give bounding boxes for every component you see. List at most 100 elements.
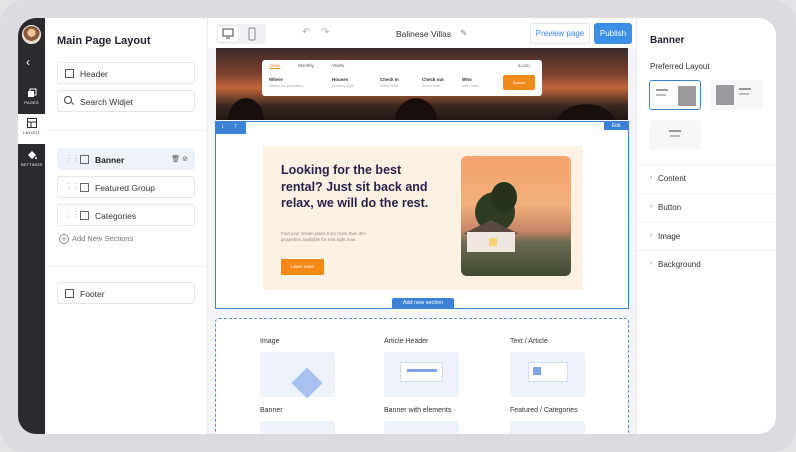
move-up-icon[interactable]: ↑ — [234, 123, 238, 130]
divider — [45, 130, 208, 131]
featured-categories-thumbnail — [510, 421, 585, 434]
header-icon — [65, 69, 74, 78]
section-row-banner[interactable]: ⋮⋮ Banner 🗑 ⊘ — [57, 148, 195, 170]
accordion-image[interactable]: › Image — [637, 222, 776, 250]
search-widget-row[interactable]: Search Widjet — [57, 90, 195, 112]
add-new-section-button[interactable]: Add new section — [392, 298, 454, 309]
layout-text-line — [656, 89, 668, 91]
layout-panel: Main Page Layout Header Search Widjet ⋮⋮… — [45, 18, 208, 434]
picker-item-label: Featured / Categories — [510, 407, 578, 414]
section-row-categories[interactable]: ⋮⋮ Categories — [57, 204, 195, 226]
layout-option-centered[interactable] — [649, 120, 701, 150]
rail-item-settings[interactable]: SETTINGS — [18, 146, 45, 176]
accordion-content[interactable]: › Content — [637, 164, 776, 192]
properties-title: Banner — [650, 35, 685, 46]
section-label: Categories — [95, 211, 137, 221]
search-icon — [64, 96, 72, 104]
move-down-icon[interactable]: ↓ — [221, 123, 225, 130]
undo-icon[interactable]: ↶ — [302, 27, 310, 38]
hide-icon[interactable]: ⊘ — [182, 156, 188, 163]
preferred-layout-label: Preferred Layout — [650, 62, 710, 71]
currency-select[interactable]: $ USD — [518, 63, 530, 68]
image-thumbnail — [260, 352, 335, 397]
trash-icon[interactable]: 🗑 — [171, 156, 180, 163]
booking-field-input[interactable]: Search for destination — [269, 84, 303, 88]
back-chevron-icon[interactable]: ‹ — [26, 55, 30, 69]
drag-handle-icon[interactable]: ⋮⋮ — [65, 182, 80, 191]
booking-tab[interactable]: Daily — [270, 63, 281, 69]
icon-rail: ‹ PAGES LAYOUT SETTINGS — [18, 18, 45, 434]
booking-field-label: Houses — [332, 77, 349, 82]
edit-title-pencil-icon[interactable]: ✎ — [460, 28, 468, 39]
banner-section-selected[interactable]: ↓ ↑ Edit Looking for the best rental? Ju… — [215, 121, 629, 309]
layout-icon — [26, 118, 37, 128]
columns-section-icon — [80, 211, 89, 220]
divider — [45, 266, 208, 267]
picker-item-label: Text / Article — [510, 338, 548, 345]
booking-field-label: Who — [462, 77, 472, 82]
banner-card: Looking for the best rental? Just sit ba… — [263, 146, 583, 290]
booking-search-button[interactable]: Search — [503, 75, 535, 90]
accordion-label: Background — [658, 260, 701, 269]
layout-option-image-left[interactable] — [711, 80, 763, 110]
pages-icon — [27, 88, 36, 97]
section-row-featured-group[interactable]: ⋮⋮ Featured Group — [57, 176, 195, 198]
drag-handle-icon[interactable]: ⋮⋮ — [65, 154, 80, 163]
banner-cta-button[interactable]: Learn more — [281, 259, 324, 275]
desktop-view-button[interactable] — [218, 27, 238, 41]
booking-field-input[interactable]: Add Guest — [462, 84, 479, 88]
banner-thumbnail — [260, 421, 335, 434]
picker-item-label: Banner — [260, 407, 283, 414]
section-label: Featured Group — [95, 183, 156, 193]
booking-widget: Daily Monthly Yearly $ USD Where Search … — [262, 60, 542, 96]
editor-canvas: ↶ ↷ Balinese Villas ✎ Preview page Publi… — [208, 18, 636, 434]
header-label: Header — [80, 69, 108, 79]
publish-button[interactable]: Publish — [594, 23, 632, 44]
layout-option-image-right[interactable] — [649, 80, 701, 110]
booking-field-input[interactable]: Property Type — [332, 84, 354, 88]
banner-house-image — [461, 156, 571, 276]
redo-icon[interactable]: ↷ — [321, 27, 329, 38]
site-title: Balinese Villas — [396, 29, 452, 39]
banner-headline: Looking for the best rental? Just sit ba… — [281, 163, 429, 210]
chevron-right-icon: › — [650, 203, 653, 210]
picker-item-label: Article Header — [384, 338, 429, 345]
accordion-label: Image — [658, 232, 681, 241]
chevron-right-icon: › — [650, 232, 653, 239]
avatar[interactable] — [22, 25, 41, 44]
chevron-right-icon: › — [650, 260, 653, 267]
booking-field-label: Check out — [422, 77, 444, 82]
section-move-controls: ↓ ↑ — [216, 122, 246, 134]
layout-text-line — [739, 88, 751, 90]
layout-text-line — [656, 94, 666, 96]
accordion-button[interactable]: › Button — [637, 193, 776, 221]
booking-tab[interactable]: Yearly — [332, 63, 344, 68]
mobile-view-button[interactable] — [242, 27, 262, 41]
booking-field-input[interactable]: Select Date — [380, 84, 398, 88]
device-toggle — [216, 24, 266, 44]
panel-title: Main Page Layout — [57, 35, 151, 47]
footer-row[interactable]: Footer — [57, 282, 195, 304]
drag-handle-icon[interactable]: ⋮⋮ — [65, 210, 80, 219]
properties-panel: Banner Preferred Layout › Content › Butt… — [636, 18, 776, 434]
rail-item-pages[interactable]: PAGES — [18, 84, 45, 114]
edit-section-tag[interactable]: Edit — [604, 122, 628, 130]
rail-label-pages: PAGES — [24, 100, 39, 105]
booking-field-input[interactable]: Select Date — [422, 84, 440, 88]
hero-section-preview[interactable]: Daily Monthly Yearly $ USD Where Search … — [216, 48, 628, 120]
monitor-icon — [222, 28, 234, 39]
header-row[interactable]: Header — [57, 62, 195, 84]
rail-item-layout[interactable]: LAYOUT — [18, 114, 45, 144]
article-header-thumbnail — [384, 352, 459, 397]
booking-tab[interactable]: Monthly — [298, 63, 314, 68]
preview-page-button[interactable]: Preview page — [530, 23, 590, 44]
picker-item-label: Image — [260, 338, 280, 345]
layout-text-line — [669, 130, 681, 132]
grid-section-icon — [80, 183, 89, 192]
footer-icon — [65, 289, 74, 298]
device-frame: ‹ PAGES LAYOUT SETTINGS Main Page Layout… — [0, 0, 796, 452]
rail-label-settings: SETTINGS — [20, 162, 43, 167]
accordion-label: Content — [658, 174, 687, 183]
accordion-background[interactable]: › Background — [637, 250, 776, 278]
add-new-sections-button[interactable]: + Add New Sections — [59, 234, 133, 245]
